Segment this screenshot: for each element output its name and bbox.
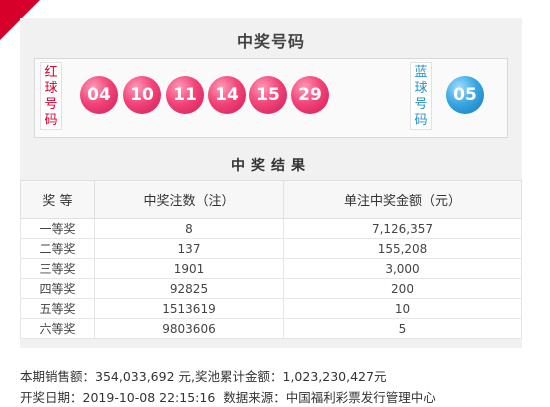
blue-label-char: 码 (414, 113, 428, 128)
winner-count: 9803606 (94, 318, 284, 339)
blue-label-char: 蓝 (414, 65, 428, 80)
winner-count: 8 (94, 218, 284, 239)
blue-ball: 05 (446, 76, 484, 114)
prize-level: 一等奖 (20, 218, 95, 239)
blue-label-char: 号 (414, 97, 428, 112)
table-row: 六等奖 9803606 5 (20, 318, 522, 339)
table-row: 五等奖 1513619 10 (20, 298, 522, 319)
red-ball: 29 (291, 76, 329, 114)
pool-value: 1,023,230,427元 (282, 369, 387, 384)
sales-label: 本期销售额： (20, 369, 96, 384)
pool-label: ,奖池累计金额： (191, 369, 283, 384)
prize-level: 三等奖 (20, 258, 95, 279)
prize-amount: 7,126,357 (283, 218, 522, 239)
red-label-char: 球 (44, 81, 58, 96)
table-header-row: 奖 等 中奖注数（注） 单注中奖金额（元） (20, 180, 522, 219)
sales-value: 354,033,692 元 (95, 369, 192, 384)
red-ball: 04 (80, 76, 118, 114)
red-ball: 11 (166, 76, 204, 114)
winner-count: 1513619 (94, 298, 284, 319)
prize-amount: 10 (283, 298, 522, 319)
source-value: 中国福利彩票发行管理中心 (285, 390, 436, 405)
prize-amount: 200 (283, 278, 522, 299)
column-header-count: 中奖注数（注） (94, 180, 284, 219)
source-label: 数据来源： (223, 390, 286, 405)
page-title: 中奖号码 (236, 32, 305, 51)
red-label-char: 红 (44, 65, 58, 80)
prize-level: 二等奖 (20, 238, 95, 259)
results-title: 中奖结果 (231, 158, 311, 174)
date-label: 开奖日期： (20, 390, 83, 405)
winner-count: 1901 (94, 258, 284, 279)
prize-level: 四等奖 (20, 278, 95, 299)
red-label-char: 码 (44, 113, 58, 128)
prize-level: 五等奖 (20, 298, 95, 319)
blue-label-char: 球 (414, 81, 428, 96)
table-row: 二等奖 137 155,208 (20, 238, 522, 259)
draw-info: 开奖日期：2019-10-08 22:15:16 数据来源：中国福利彩票发行管理… (20, 387, 436, 406)
prize-amount: 3,000 (283, 258, 522, 279)
prize-amount: 155,208 (283, 238, 522, 259)
date-value: 2019-10-08 22:15:16 (82, 390, 216, 405)
winner-count: 137 (94, 238, 284, 259)
red-ball: 14 (208, 76, 246, 114)
table-row: 四等奖 92825 200 (20, 278, 522, 299)
prize-level: 六等奖 (20, 318, 95, 339)
prize-amount: 5 (283, 318, 522, 339)
sales-summary: 本期销售额：354,033,692 元,奖池累计金额：1,023,230,427… (20, 366, 386, 385)
table-row: 三等奖 1901 3,000 (20, 258, 522, 279)
table-row: 一等奖 8 7,126,357 (20, 218, 522, 239)
red-ball: 10 (123, 76, 161, 114)
blue-ball-label: 蓝 球 号 码 (410, 62, 432, 130)
prize-table: 奖 等 中奖注数（注） 单注中奖金额（元） 一等奖 8 7,126,357 二等… (20, 180, 522, 339)
red-ball: 15 (249, 76, 287, 114)
red-label-char: 号 (44, 97, 58, 112)
column-header-amount: 单注中奖金额（元） (283, 180, 522, 219)
red-ball-label: 红 球 号 码 (40, 62, 62, 130)
winner-count: 92825 (94, 278, 284, 299)
column-header-level: 奖 等 (20, 180, 95, 219)
